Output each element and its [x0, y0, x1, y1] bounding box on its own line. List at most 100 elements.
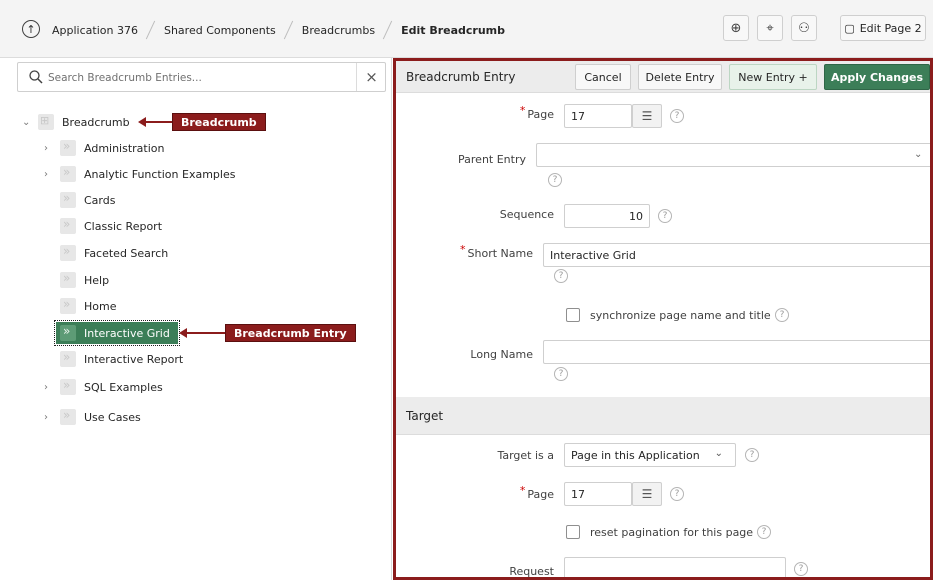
tree-item-label: Administration — [84, 141, 165, 155]
breadcrumb-application[interactable]: Application 376 — [52, 24, 138, 37]
list-icon[interactable]: ☰ — [632, 104, 662, 128]
tree-item-classic-report[interactable]: Classic Report — [60, 215, 162, 237]
entry-icon — [60, 191, 76, 208]
entry-icon — [60, 408, 76, 425]
close-icon[interactable]: × — [356, 63, 386, 91]
chevron-down-icon: ⌄ — [714, 448, 723, 459]
long-name-label: Long Name — [470, 348, 533, 361]
section-title: Target — [406, 409, 444, 423]
tree-item-label: Faceted Search — [84, 246, 169, 260]
help-icon[interactable]: ? — [745, 448, 759, 462]
target-is-label: Target is a — [497, 449, 554, 462]
target-page-field[interactable]: 17 — [564, 482, 632, 506]
edit-page-label: Edit Page 2 — [859, 21, 922, 35]
tree-item-use-cases[interactable]: › Use Cases — [44, 406, 141, 428]
up-arrow-icon[interactable]: ↑ — [22, 20, 40, 38]
chevron-right-icon[interactable]: › — [44, 382, 52, 393]
request-field[interactable] — [564, 557, 786, 577]
required-marker: * — [519, 484, 526, 497]
reset-pagination-label: reset pagination for this page — [590, 526, 754, 539]
search-box: × — [17, 62, 386, 92]
request-label: Request — [509, 565, 554, 578]
entry-icon — [60, 350, 76, 367]
chevron-down-icon[interactable]: ⌄ — [914, 149, 922, 160]
tree-item-label: Use Cases — [84, 410, 141, 424]
entry-icon — [60, 271, 76, 288]
edit-region: Breadcrumb Entry Cancel Delete Entry New… — [393, 58, 933, 580]
cancel-button[interactable]: Cancel — [575, 64, 631, 90]
target-type-select[interactable]: Page in this Application ⌄ — [564, 443, 736, 467]
chevron-down-icon[interactable]: ⌄ — [22, 117, 30, 128]
help-icon[interactable]: ? — [554, 269, 568, 283]
page-label: Page — [527, 108, 554, 121]
breadcrumb-shared-components[interactable]: Shared Components — [164, 24, 276, 37]
search-input[interactable] — [48, 69, 348, 87]
chevron-right-icon[interactable]: › — [44, 169, 52, 180]
callout-arrow-line — [186, 332, 226, 334]
tree-root[interactable]: ⌄ Breadcrumb — [22, 111, 130, 133]
reset-pagination-checkbox[interactable] — [566, 525, 580, 539]
entry-icon — [60, 244, 76, 261]
target-header: Target — [396, 397, 930, 435]
long-name-field[interactable] — [543, 340, 930, 364]
sequence-field[interactable]: 10 — [564, 204, 650, 228]
page-field[interactable]: 17 — [564, 104, 632, 128]
breadcrumb-entry-header: Breadcrumb Entry Cancel Delete Entry New… — [396, 61, 930, 93]
tree-item-label: Cards — [84, 193, 116, 207]
entry-icon — [60, 165, 76, 182]
required-marker: * — [460, 243, 466, 256]
section-title: Breadcrumb Entry — [406, 70, 516, 84]
chevron-right-icon[interactable]: › — [44, 143, 52, 154]
breadcrumb-breadcrumbs[interactable]: Breadcrumbs — [302, 24, 375, 37]
entry-icon — [60, 217, 76, 234]
tree-item-cards[interactable]: Cards — [60, 189, 115, 211]
tree-item-interactive-grid[interactable]: Interactive Grid — [54, 320, 180, 346]
help-icon[interactable]: ? — [775, 308, 789, 322]
search-icon — [29, 70, 43, 84]
synchronize-checkbox[interactable] — [566, 308, 580, 322]
parent-entry-label: Parent Entry — [458, 153, 526, 166]
tree-item-help[interactable]: Help — [60, 269, 109, 291]
tree-item-home[interactable]: Home — [60, 295, 116, 317]
help-icon[interactable]: ? — [548, 173, 562, 187]
breadcrumb-separator — [146, 21, 156, 39]
tree-item-analytic-function-examples[interactable]: › Analytic Function Examples — [44, 163, 235, 185]
chevron-right-icon[interactable]: › — [44, 412, 52, 423]
parent-entry-select[interactable] — [536, 143, 930, 167]
callout-arrow-line — [145, 121, 173, 123]
help-icon[interactable]: ? — [794, 562, 808, 576]
add-comment-icon[interactable]: ⊕ — [723, 15, 749, 41]
breadcrumb: Application 376 Shared Components Breadc… — [52, 22, 505, 38]
shared-components-icon[interactable]: ⚇ — [791, 15, 817, 41]
breadcrumb-separator — [383, 21, 393, 39]
entry-icon — [60, 378, 76, 395]
help-icon[interactable]: ? — [757, 525, 771, 539]
top-toolbar: ↑ Application 376 Shared Components Brea… — [0, 0, 933, 58]
help-icon[interactable]: ? — [658, 209, 672, 223]
page-label-wrap: * Page — [476, 104, 554, 121]
tag-icon[interactable]: ⌖ — [757, 15, 783, 41]
tree-item-label: Interactive Report — [84, 352, 184, 366]
new-entry-button[interactable]: New Entry + — [729, 64, 817, 90]
delete-entry-button[interactable]: Delete Entry — [638, 64, 722, 90]
page-icon: ▢ — [844, 21, 855, 35]
help-icon[interactable]: ? — [670, 109, 684, 123]
tree-item-administration[interactable]: › Administration — [44, 137, 165, 159]
edit-page-button[interactable]: ▢ Edit Page 2 — [840, 15, 926, 41]
tree-item-label: Help — [84, 273, 110, 287]
short-name-field[interactable]: Interactive Grid — [543, 243, 930, 267]
tree-item-label: SQL Examples — [84, 380, 163, 394]
tree-item-interactive-report[interactable]: Interactive Report — [60, 348, 183, 370]
tree-item-label: Analytic Function Examples — [84, 167, 236, 181]
tree-item-sql-examples[interactable]: › SQL Examples — [44, 376, 163, 398]
help-icon[interactable]: ? — [554, 367, 568, 381]
tree-item-label: Interactive Grid — [84, 326, 170, 340]
entry-icon — [60, 324, 76, 341]
short-name-label-wrap: * Short Name — [436, 243, 533, 260]
apply-changes-button[interactable]: Apply Changes — [824, 64, 930, 90]
target-page-label: Page — [527, 488, 554, 501]
help-icon[interactable]: ? — [670, 487, 684, 501]
list-icon[interactable]: ☰ — [632, 482, 662, 506]
tree-item-faceted-search[interactable]: Faceted Search — [60, 242, 168, 264]
breadcrumb-icon — [38, 114, 54, 130]
